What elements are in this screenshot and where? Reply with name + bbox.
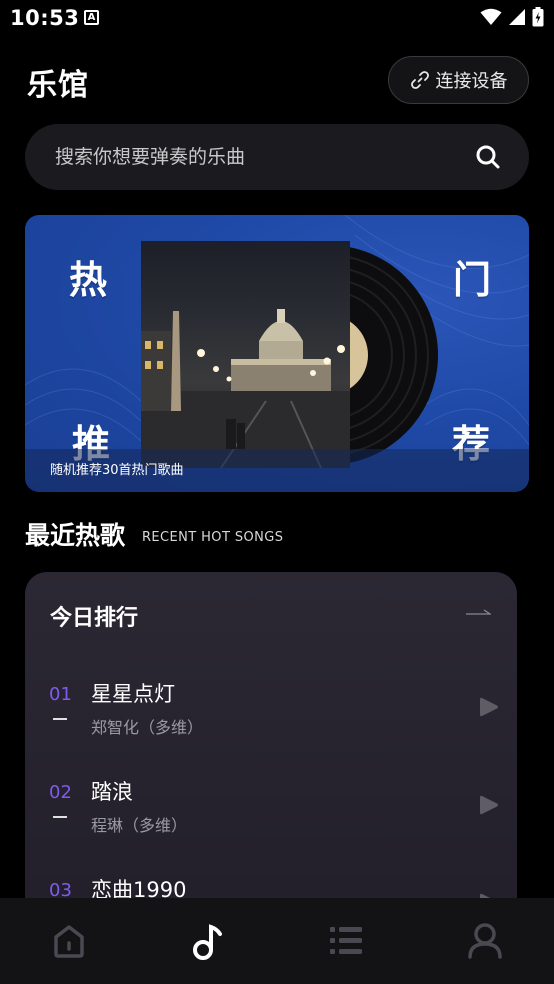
song-rank: 02 <box>49 782 72 803</box>
album-cover-image <box>141 241 350 468</box>
search-bar[interactable] <box>25 124 529 190</box>
signal-icon <box>509 9 525 25</box>
nav-music[interactable] <box>139 898 278 984</box>
section-title: 最近热歌 <box>25 521 126 550</box>
rank-change-dash <box>53 718 67 720</box>
link-icon <box>410 71 429 89</box>
banner-char-door: 门 <box>453 258 492 302</box>
connect-device-button[interactable]: 连接设备 <box>388 56 529 104</box>
song-title: 踏浪 <box>91 780 133 804</box>
rank-change-dash <box>53 816 67 818</box>
song-title: 星星点灯 <box>91 682 175 706</box>
search-input[interactable] <box>55 124 455 190</box>
status-icons <box>480 7 544 27</box>
home-icon[interactable] <box>51 923 87 959</box>
chart-title: 今日排行 <box>50 606 139 631</box>
profile-icon[interactable] <box>467 922 503 960</box>
cathedral-illustration <box>141 309 350 468</box>
music-note-icon[interactable] <box>190 922 226 960</box>
nav-list[interactable] <box>277 898 416 984</box>
search-icon[interactable] <box>475 144 501 170</box>
song-item[interactable]: 01 星星点灯 郑智化（多维） <box>49 676 499 746</box>
play-icon[interactable] <box>479 794 499 816</box>
notification-icon: A <box>84 10 99 25</box>
list-icon[interactable] <box>328 924 364 958</box>
song-artist: 郑智化（多维） <box>91 718 204 737</box>
arrow-right-icon[interactable] <box>465 608 491 618</box>
status-bar: 10:53 A <box>0 0 554 38</box>
nav-profile[interactable] <box>416 898 554 984</box>
banner-caption: 随机推荐30首热门歌曲 <box>50 463 184 478</box>
nav-home[interactable] <box>0 898 139 984</box>
wifi-icon <box>480 8 502 25</box>
status-time: 10:53 <box>10 6 80 30</box>
app-title: 乐馆 <box>27 68 89 103</box>
song-artist: 程琳（多维） <box>91 816 188 835</box>
song-item[interactable]: 02 踏浪 程琳（多维） <box>49 774 499 844</box>
connect-device-label: 连接设备 <box>435 71 508 92</box>
daily-chart-card[interactable]: 今日排行 01 星星点灯 郑智化（多维） 02 踏浪 程琳（多维） 03 恋曲1… <box>25 572 517 932</box>
play-icon[interactable] <box>479 696 499 718</box>
banner-char-hot: 热 <box>69 258 108 302</box>
hot-recommend-banner[interactable]: 热 门 推 荐 随机推荐30首热门歌曲 <box>25 215 529 492</box>
bottom-nav <box>0 898 554 984</box>
song-rank: 01 <box>49 684 72 705</box>
section-subtitle: RECENT HOT SONGS <box>142 530 284 545</box>
battery-icon <box>532 7 544 27</box>
